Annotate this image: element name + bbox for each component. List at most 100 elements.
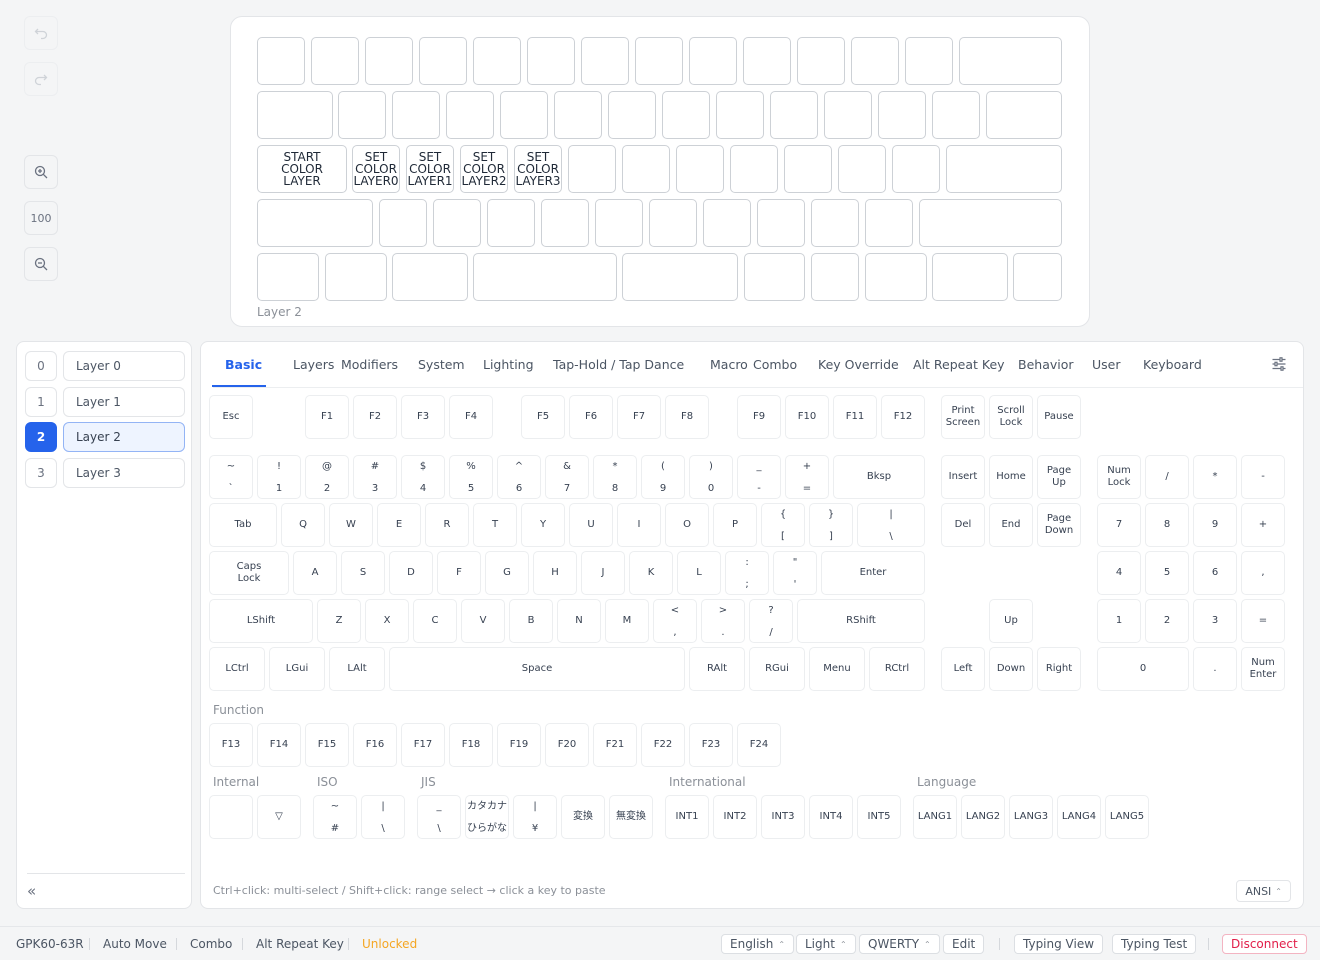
key-blank[interactable]: }] bbox=[809, 503, 853, 547]
preview-key[interactable] bbox=[797, 37, 845, 85]
key-insert[interactable]: Insert bbox=[941, 455, 985, 499]
key-blank[interactable]: ? / bbox=[749, 599, 793, 643]
layer-name-3[interactable]: Layer 3 bbox=[63, 457, 185, 488]
preview-key[interactable] bbox=[838, 145, 886, 193]
key-f19[interactable]: F19 bbox=[497, 723, 541, 767]
key-lshift[interactable]: LShift bbox=[209, 599, 313, 643]
key-blank[interactable]: ▽ bbox=[257, 795, 301, 839]
key-space[interactable]: Space bbox=[389, 647, 685, 691]
preview-key[interactable] bbox=[257, 253, 319, 301]
preview-key[interactable] bbox=[811, 199, 859, 247]
preview-key[interactable] bbox=[392, 91, 440, 139]
key-4[interactable]: 4 bbox=[1097, 551, 1141, 595]
key-tab[interactable]: Tab bbox=[209, 503, 277, 547]
tab-modifiers[interactable]: Modifiers bbox=[341, 357, 398, 372]
preview-key[interactable] bbox=[392, 253, 468, 301]
key-f21[interactable]: F21 bbox=[593, 723, 637, 767]
key-f24[interactable]: F24 bbox=[737, 723, 781, 767]
preview-key[interactable] bbox=[608, 91, 656, 139]
key-down[interactable]: Down bbox=[989, 647, 1033, 691]
undo-button[interactable] bbox=[24, 16, 58, 50]
key-blank[interactable]: :; bbox=[725, 551, 769, 595]
key-f18[interactable]: F18 bbox=[449, 723, 493, 767]
key-blank[interactable]: " ' bbox=[773, 551, 817, 595]
key-num-lock[interactable]: Num Lock bbox=[1097, 455, 1141, 499]
key-menu[interactable]: Menu bbox=[809, 647, 865, 691]
key-2[interactable]: 2 bbox=[1145, 599, 1189, 643]
key-blank[interactable]: | \ bbox=[857, 503, 925, 547]
tab-system[interactable]: System bbox=[418, 357, 465, 372]
layer-name-2[interactable]: Layer 2 bbox=[63, 422, 185, 452]
preview-key[interactable] bbox=[622, 253, 738, 301]
key-y[interactable]: Y bbox=[521, 503, 565, 547]
key-blank[interactable]: / bbox=[1145, 455, 1189, 499]
auto-move-toggle[interactable]: Auto Move bbox=[103, 937, 167, 951]
key-lang3[interactable]: LANG3 bbox=[1009, 795, 1053, 839]
preview-key[interactable] bbox=[541, 199, 589, 247]
language-select[interactable]: English ⌃ bbox=[721, 934, 795, 954]
key-i[interactable]: I bbox=[617, 503, 661, 547]
tab-keyboard[interactable]: Keyboard bbox=[1143, 357, 1202, 372]
key-enter[interactable]: Enter bbox=[821, 551, 925, 595]
tab-key-override[interactable]: Key Override bbox=[818, 357, 899, 372]
key-4[interactable]: $4 bbox=[401, 455, 445, 499]
preview-key[interactable] bbox=[986, 91, 1062, 139]
preview-key[interactable] bbox=[865, 253, 927, 301]
key-c[interactable]: C bbox=[413, 599, 457, 643]
key-int1[interactable]: INT1 bbox=[665, 795, 709, 839]
key-bksp[interactable]: Bksp bbox=[833, 455, 925, 499]
key-blank[interactable]: 変換 bbox=[561, 795, 605, 839]
key-f23[interactable]: F23 bbox=[689, 723, 733, 767]
preview-key[interactable] bbox=[325, 253, 387, 301]
key-e[interactable]: E bbox=[377, 503, 421, 547]
key-f15[interactable]: F15 bbox=[305, 723, 349, 767]
key-9[interactable]: (9 bbox=[641, 455, 685, 499]
key-blank[interactable]: | \ bbox=[361, 795, 405, 839]
preview-key[interactable] bbox=[649, 199, 697, 247]
key-g[interactable]: G bbox=[485, 551, 529, 595]
key-x[interactable]: X bbox=[365, 599, 409, 643]
key-1[interactable]: ! 1 bbox=[257, 455, 301, 499]
tab-user[interactable]: User bbox=[1092, 357, 1121, 372]
tab-tap-hold-tap-dance[interactable]: Tap-Hold / Tap Dance bbox=[553, 357, 684, 372]
key-home[interactable]: Home bbox=[989, 455, 1033, 499]
preview-key[interactable] bbox=[919, 199, 1062, 247]
key-r[interactable]: R bbox=[425, 503, 469, 547]
preview-key[interactable] bbox=[689, 37, 737, 85]
key-3[interactable]: #3 bbox=[353, 455, 397, 499]
key-f22[interactable]: F22 bbox=[641, 723, 685, 767]
key-rctrl[interactable]: RCtrl bbox=[869, 647, 925, 691]
key-p[interactable]: P bbox=[713, 503, 757, 547]
tab-macro[interactable]: Macro bbox=[710, 357, 748, 372]
preview-key[interactable] bbox=[446, 91, 494, 139]
preview-key[interactable] bbox=[527, 37, 575, 85]
key-int5[interactable]: INT5 bbox=[857, 795, 901, 839]
preview-key[interactable] bbox=[635, 37, 683, 85]
preview-key[interactable] bbox=[568, 145, 616, 193]
zoom-in-button[interactable] bbox=[24, 155, 58, 189]
key-blank[interactable]: ~ # bbox=[313, 795, 357, 839]
layout-select[interactable]: ANSI ⌃ bbox=[1236, 880, 1291, 902]
preview-key[interactable] bbox=[500, 91, 548, 139]
key-0[interactable]: 0 bbox=[1097, 647, 1189, 691]
key-w[interactable]: W bbox=[329, 503, 373, 547]
key-esc[interactable]: Esc bbox=[209, 395, 253, 439]
preview-key[interactable] bbox=[770, 91, 818, 139]
preview-key-set-color-layer3[interactable]: SET COLOR LAYER3 bbox=[514, 145, 562, 193]
key-blank[interactable]: . bbox=[1193, 647, 1237, 691]
preview-key[interactable] bbox=[703, 199, 751, 247]
preview-key[interactable] bbox=[743, 37, 791, 85]
key-f11[interactable]: F11 bbox=[833, 395, 877, 439]
preview-key[interactable] bbox=[676, 145, 724, 193]
preview-key[interactable] bbox=[878, 91, 926, 139]
key-t[interactable]: T bbox=[473, 503, 517, 547]
preview-key[interactable] bbox=[730, 145, 778, 193]
key-blank[interactable]: , bbox=[1241, 551, 1285, 595]
key-blank[interactable]: + bbox=[1241, 503, 1285, 547]
tab-basic[interactable]: Basic bbox=[225, 357, 262, 372]
preview-key[interactable] bbox=[757, 199, 805, 247]
preview-key[interactable] bbox=[473, 253, 617, 301]
preview-key[interactable] bbox=[379, 199, 427, 247]
preview-key[interactable] bbox=[932, 253, 1008, 301]
key-l[interactable]: L bbox=[677, 551, 721, 595]
